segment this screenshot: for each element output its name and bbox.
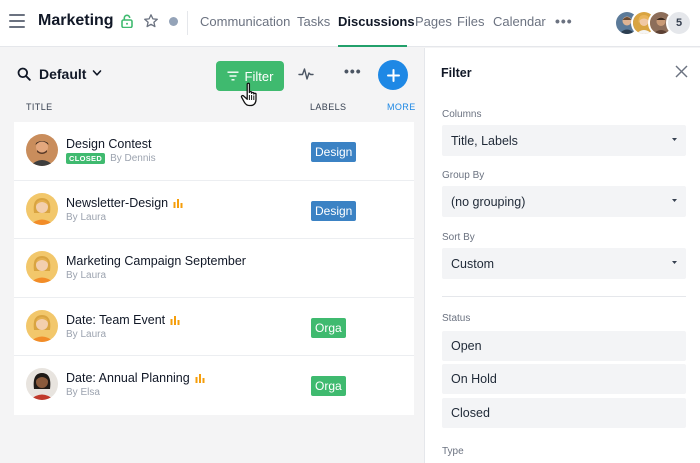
avatar — [26, 251, 58, 284]
plus-icon — [386, 68, 400, 82]
discussion-row[interactable]: Marketing Campaign September By Laura — [14, 239, 414, 298]
search-icon[interactable] — [17, 67, 31, 81]
columns-label: Columns — [442, 109, 482, 120]
label-tag[interactable]: Orga — [311, 376, 346, 397]
discussion-meta: By Laura — [66, 329, 106, 340]
tab-pages[interactable]: Pages — [415, 14, 452, 29]
caret-down-icon — [672, 199, 677, 202]
activity-icon[interactable] — [298, 67, 314, 81]
discussion-row[interactable]: Newsletter-Design By Laura Design — [14, 181, 414, 240]
discussion-row[interactable]: Date: Annual Planning By Elsa Orga — [14, 356, 414, 415]
discussion-row[interactable]: Date: Team Event By Laura Orga — [14, 298, 414, 357]
activity-bars-icon — [195, 374, 205, 384]
extra-members-count[interactable]: 5 — [666, 10, 692, 36]
discussion-title[interactable]: Date: Annual Planning — [66, 371, 205, 385]
columns-value: Title, Labels — [451, 133, 518, 148]
list-toolbar: Default Filter ••• — [0, 48, 424, 98]
discussion-title[interactable]: Newsletter-Design — [66, 196, 183, 210]
lock-icon[interactable] — [121, 14, 133, 28]
close-icon[interactable] — [675, 65, 688, 78]
discussion-title[interactable]: Date: Team Event — [66, 313, 180, 327]
add-discussion-button[interactable] — [378, 60, 408, 90]
column-header-title[interactable]: TITLE — [26, 102, 53, 112]
status-option-closed[interactable]: Closed — [442, 398, 686, 428]
divider — [442, 296, 686, 297]
panel-title: Filter — [441, 66, 472, 80]
tab-tasks[interactable]: Tasks — [297, 14, 330, 29]
author-label: By Elsa — [66, 387, 100, 399]
columns-more-link[interactable]: MORE — [387, 102, 416, 112]
filter-panel: Filter Columns Title, Labels Group By (n… — [424, 48, 700, 463]
author-label: By Laura — [66, 328, 107, 340]
label-tag[interactable]: Design — [311, 142, 357, 162]
tab-communication[interactable]: Communication — [200, 14, 290, 29]
status-badge: CLOSED — [66, 153, 106, 164]
discussion-row[interactable]: Design Contest CLOSED By Dennis Design — [14, 122, 414, 181]
hand-cursor-icon — [240, 82, 257, 107]
filter-icon — [227, 71, 239, 81]
author-label: By Laura — [66, 270, 107, 282]
discussion-meta: By Elsa — [66, 387, 100, 398]
type-label: Type — [442, 446, 464, 457]
workspace-title: Marketing — [38, 12, 114, 29]
group-by-label: Group By — [442, 170, 485, 181]
discussion-list: Design Contest CLOSED By Dennis Design Newsl… — [14, 122, 414, 415]
avatar — [26, 192, 58, 225]
activity-bars-icon — [173, 198, 183, 208]
group-by-value: (no grouping) — [451, 194, 526, 209]
discussion-meta: By Laura — [66, 270, 106, 281]
top-bar: Marketing Communication Tasks Discussion… — [0, 0, 700, 47]
status-label: Status — [442, 313, 471, 324]
discussion-title[interactable]: Marketing Campaign September — [66, 254, 246, 268]
sort-by-label: Sort By — [442, 232, 475, 243]
divider — [187, 11, 188, 35]
group-by-select[interactable]: (no grouping) — [442, 186, 686, 217]
avatar — [26, 309, 58, 342]
tab-discussions[interactable]: Discussions — [338, 14, 415, 29]
sort-by-select[interactable]: Custom — [442, 248, 686, 279]
author-label: By Laura — [66, 211, 107, 223]
active-tab-indicator — [338, 45, 407, 47]
status-option-open[interactable]: Open — [442, 331, 686, 361]
sort-by-value: Custom — [451, 256, 495, 271]
avatar — [26, 368, 58, 401]
activity-bars-icon — [170, 315, 180, 325]
star-icon[interactable] — [143, 13, 159, 29]
label-tag[interactable]: Design — [311, 200, 357, 221]
label-tag[interactable]: Orga — [311, 317, 346, 338]
status-option-on-hold[interactable]: On Hold — [442, 364, 686, 394]
caret-down-icon — [672, 261, 677, 264]
author-label: By Dennis — [110, 153, 156, 164]
tab-calendar[interactable]: Calendar — [493, 14, 546, 29]
more-options-icon[interactable]: ••• — [344, 63, 362, 79]
tab-files[interactable]: Files — [457, 14, 484, 29]
chevron-down-icon[interactable] — [92, 68, 102, 78]
caret-down-icon — [672, 138, 677, 141]
discussion-meta: CLOSED By Dennis — [66, 153, 156, 164]
more-tabs-icon[interactable]: ••• — [555, 13, 573, 29]
menu-icon[interactable] — [9, 14, 25, 28]
discussion-meta: By Laura — [66, 212, 106, 223]
discussion-title[interactable]: Design Contest — [66, 137, 151, 151]
column-header-labels[interactable]: LABELS — [310, 102, 346, 112]
view-selector[interactable]: Default — [39, 66, 86, 82]
status-dot-icon[interactable] — [169, 17, 178, 26]
avatar — [26, 134, 58, 166]
columns-select[interactable]: Title, Labels — [442, 125, 686, 156]
